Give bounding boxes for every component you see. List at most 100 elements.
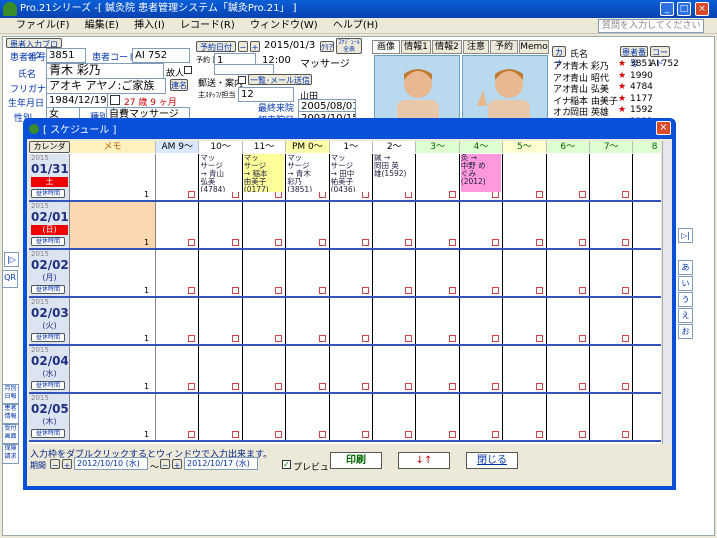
staff-no-select[interactable]: 12 xyxy=(238,87,294,102)
slot-marker-icon[interactable] xyxy=(579,335,586,342)
birth-field[interactable]: 1984/12/19 xyxy=(46,93,108,108)
slot-marker-icon[interactable] xyxy=(492,335,500,342)
slot-marker-icon[interactable] xyxy=(579,383,586,390)
slot-marker-icon[interactable] xyxy=(405,239,413,246)
kana-o-button[interactable]: お xyxy=(678,324,693,339)
reception-button[interactable]: 受付 画面 xyxy=(2,424,19,444)
slot-marker-icon[interactable] xyxy=(622,335,630,342)
name-field[interactable]: 青木 彩乃 xyxy=(46,63,164,79)
list-code-button[interactable]: コード xyxy=(650,46,670,68)
menu-record[interactable]: レコード(R) xyxy=(174,18,241,34)
slot-marker-icon[interactable] xyxy=(231,383,239,390)
menu-edit[interactable]: 編集(E) xyxy=(79,18,125,34)
time-slot[interactable] xyxy=(633,346,661,392)
lunch-break-button[interactable]: 昼休時間 xyxy=(31,429,65,438)
slot-marker-icon[interactable] xyxy=(492,191,500,198)
kana-field[interactable]: アオキ アヤノ:ご家族 xyxy=(46,78,166,94)
slot-marker-icon[interactable] xyxy=(188,431,196,438)
mail-send-button[interactable]: 一覧･メール送信 xyxy=(248,74,312,85)
sort-button[interactable]: ↓↑ xyxy=(398,452,450,469)
menu-file[interactable]: ファイル(F) xyxy=(0,18,76,34)
slot-marker-icon[interactable] xyxy=(579,191,586,198)
slot-marker-icon[interactable] xyxy=(622,383,630,390)
slot-marker-icon[interactable] xyxy=(492,287,500,294)
calendar-button[interactable]: カレンダー xyxy=(29,141,70,161)
menu-help[interactable]: ヘルプ(H) xyxy=(327,18,384,34)
list-row-id[interactable]: 1592 xyxy=(630,105,653,115)
slot-marker-icon[interactable] xyxy=(579,287,586,294)
slot-marker-icon[interactable] xyxy=(622,431,630,438)
appointment-entry[interactable]: マッ サージ → 青木 彩乃 (3851) マッ xyxy=(287,154,328,192)
slot-marker-icon[interactable] xyxy=(579,239,586,246)
print-button[interactable]: 印刷 xyxy=(330,452,382,469)
list-row-id[interactable]: 1177 xyxy=(630,94,653,104)
list-kana-header[interactable]: カナ xyxy=(552,46,566,68)
daily-report-button[interactable]: 月別 日報 xyxy=(2,384,19,404)
slot-marker-icon[interactable] xyxy=(188,287,196,294)
slot-marker-icon[interactable] xyxy=(492,383,500,390)
deceased-checkbox[interactable] xyxy=(184,66,192,74)
slot-marker-icon[interactable] xyxy=(405,287,413,294)
slot-marker-icon[interactable] xyxy=(405,431,413,438)
slot-marker-icon[interactable] xyxy=(188,383,196,390)
slot-marker-icon[interactable] xyxy=(622,191,630,198)
slot-marker-icon[interactable] xyxy=(405,335,413,342)
appointment-entry[interactable]: マッ サージ → 田中 祐美子 (0436) マッ xyxy=(330,154,371,192)
star-icon[interactable]: ★ xyxy=(618,82,626,92)
slot-marker-icon[interactable] xyxy=(275,335,283,342)
slot-marker-icon[interactable] xyxy=(318,335,326,342)
time-slot[interactable] xyxy=(633,154,661,200)
slot-marker-icon[interactable] xyxy=(362,431,369,438)
minimize-icon[interactable]: _ xyxy=(660,2,674,16)
tab-image[interactable]: 画像 xyxy=(372,40,400,54)
period-from-minus-button[interactable]: − xyxy=(50,459,60,470)
collapse-right-icon[interactable]: ▷| xyxy=(678,228,693,243)
list-row-code[interactable]: AI 752 xyxy=(650,59,679,69)
star-icon[interactable]: ★ xyxy=(618,71,626,81)
slot-marker-icon[interactable] xyxy=(318,431,326,438)
slot-marker-icon[interactable] xyxy=(318,383,326,390)
star-icon[interactable]: ★ xyxy=(618,94,626,104)
slot-marker-icon[interactable] xyxy=(622,239,630,246)
slot-marker-icon[interactable] xyxy=(448,191,456,198)
period-to-field[interactable]: 2012/10/17 (水) xyxy=(184,457,258,470)
slot-marker-icon[interactable] xyxy=(579,431,586,438)
slot-marker-icon[interactable] xyxy=(275,287,283,294)
slot-marker-icon[interactable] xyxy=(448,335,456,342)
kana-e-button[interactable]: え xyxy=(678,308,693,323)
slot-marker-icon[interactable] xyxy=(231,335,239,342)
slot-marker-icon[interactable] xyxy=(492,239,500,246)
tab-memo[interactable]: Memo xyxy=(519,40,549,54)
collapse-left-icon[interactable]: |▷ xyxy=(4,252,19,267)
schedule-all-button[interactable]: ｽｹｼﾞｭｰﾙ全表 xyxy=(336,38,362,54)
slot-marker-icon[interactable] xyxy=(318,287,326,294)
slot-marker-icon[interactable] xyxy=(275,191,283,198)
slot-marker-icon[interactable] xyxy=(318,239,326,246)
slot-marker-icon[interactable] xyxy=(535,239,543,246)
lunch-break-button[interactable]: 昼休時間 xyxy=(31,285,65,294)
slot-marker-icon[interactable] xyxy=(275,239,283,246)
slot-marker-icon[interactable] xyxy=(405,383,413,390)
tab-booking[interactable]: 予約 xyxy=(490,40,518,54)
slot-marker-icon[interactable] xyxy=(275,431,283,438)
menu-insert[interactable]: 挿入(I) xyxy=(128,18,171,34)
patient-id-field[interactable]: 3851 xyxy=(46,48,86,63)
appointment-date-button[interactable]: 予約日付 xyxy=(196,41,236,52)
time-slot[interactable] xyxy=(633,250,661,296)
tab-notes[interactable]: 注意 xyxy=(463,40,489,54)
appointment-date[interactable]: 2015/01/31 xyxy=(262,39,316,54)
slot-marker-icon[interactable] xyxy=(535,383,543,390)
slot-marker-icon[interactable] xyxy=(535,335,543,342)
slot-marker-icon[interactable] xyxy=(231,431,239,438)
period-from-plus-button[interactable]: + xyxy=(62,459,72,470)
slot-marker-icon[interactable] xyxy=(231,239,239,246)
star-icon[interactable]: ★ xyxy=(618,59,626,69)
slot-marker-icon[interactable] xyxy=(318,191,326,198)
time-slot[interactable] xyxy=(633,298,661,344)
maximize-icon[interactable]: □ xyxy=(677,2,691,16)
lunch-break-button[interactable]: 昼休時間 xyxy=(31,189,65,198)
lunch-break-button[interactable]: 昼休時間 xyxy=(31,237,65,246)
list-patno-button[interactable]: 患者番号 xyxy=(620,46,648,68)
close-button[interactable]: 閉じる xyxy=(466,452,518,469)
slot-marker-icon[interactable] xyxy=(405,191,413,198)
